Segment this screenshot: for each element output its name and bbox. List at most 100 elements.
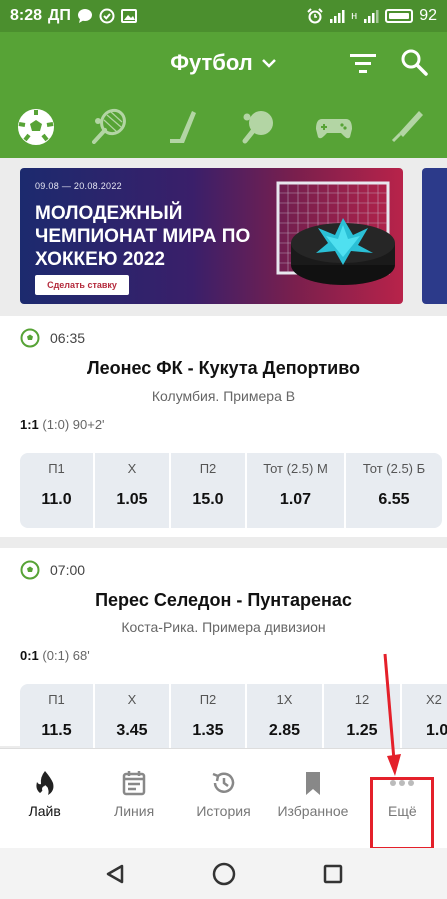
annotation-arrow bbox=[383, 653, 401, 776]
match-time: 07:00 bbox=[50, 562, 86, 578]
nav-label: История bbox=[196, 803, 251, 819]
sport-tabs bbox=[0, 102, 447, 152]
nav-item-line[interactable]: Линия bbox=[89, 749, 178, 848]
odd-label: Тот (2.5) М bbox=[263, 461, 328, 476]
nav-label: Линия bbox=[114, 803, 155, 819]
match-teams: Перес Селедон - Пунтаренас bbox=[95, 590, 352, 610]
odd-cell[interactable]: П2 15.0 bbox=[171, 453, 247, 528]
cricket-bat-icon bbox=[392, 111, 424, 143]
signal-icon bbox=[330, 10, 345, 23]
soccer-ball-icon bbox=[20, 328, 40, 348]
tennis-racket-icon bbox=[91, 108, 126, 144]
match-score: 1:1 bbox=[20, 417, 39, 432]
soccer-ball-icon bbox=[20, 560, 40, 580]
odd-value: 1.07 bbox=[279, 491, 312, 508]
match-card[interactable]: 06:35 Леонес ФК - Кукута Депортиво Колум… bbox=[0, 316, 447, 537]
odd-value: 1.35 bbox=[192, 722, 224, 739]
odd-value: 3.45 bbox=[116, 722, 148, 739]
battery-level: 92 bbox=[419, 7, 437, 24]
odd-label: Х bbox=[127, 461, 137, 476]
match-score-detail: (0:1) 68' bbox=[42, 648, 90, 663]
status-bar: 8:28 ДП н 92 bbox=[0, 0, 447, 32]
hockey-puck-illustration bbox=[276, 181, 395, 285]
image-icon bbox=[120, 9, 137, 23]
promo-carousel[interactable]: 09.08 — 20.08.2022 МОЛОДЕЖНЫЙ ЧЕМПИОНАТ … bbox=[0, 158, 447, 316]
signal-icon-2 bbox=[364, 10, 379, 23]
odd-value: 6.55 bbox=[378, 491, 410, 508]
match-time: 06:35 bbox=[50, 330, 86, 346]
bookmark-icon bbox=[305, 772, 320, 795]
odd-value: 11.0 bbox=[41, 491, 72, 508]
sport-tab-soccer[interactable] bbox=[0, 103, 71, 151]
gamepad-icon bbox=[316, 119, 353, 139]
back-button[interactable] bbox=[100, 859, 130, 889]
odds-row: П1 11.0 Х 1.05 П2 15.0 Тот (2.5) М 1.07 Тот … bbox=[20, 453, 442, 528]
odd-label: П1 bbox=[48, 692, 65, 707]
odd-label: П1 bbox=[48, 461, 65, 476]
odd-value: 1.25 bbox=[346, 722, 378, 739]
status-time: 8:28 bbox=[10, 7, 43, 24]
match-time-row: 06:35 bbox=[20, 328, 85, 348]
search-icon[interactable] bbox=[400, 48, 428, 76]
nav-label: Лайв bbox=[28, 803, 61, 819]
history-icon bbox=[212, 772, 234, 793]
home-button[interactable] bbox=[209, 859, 239, 889]
android-nav-bar bbox=[0, 848, 447, 899]
alarm-icon bbox=[307, 8, 323, 24]
odd-cell[interactable]: П1 11.0 bbox=[20, 453, 95, 528]
odd-value: 15.0 bbox=[192, 491, 224, 508]
match-score: 0:1 bbox=[20, 648, 39, 663]
live-flame-icon bbox=[36, 771, 54, 795]
match-time-row: 07:00 bbox=[20, 560, 85, 580]
odd-label: Х bbox=[127, 692, 137, 707]
odd-value: 11.5 bbox=[41, 722, 72, 739]
soccer-ball-icon bbox=[17, 109, 54, 145]
sport-tab-cricket[interactable] bbox=[372, 103, 447, 151]
sport-tab-hockey[interactable] bbox=[147, 103, 222, 151]
match-score-detail: (1:0) 90+2' bbox=[42, 417, 105, 432]
sport-tab-tennis[interactable] bbox=[71, 103, 146, 151]
nav-item-live[interactable]: Лайв bbox=[0, 749, 89, 848]
chevron-down-icon bbox=[261, 59, 276, 68]
odd-label: 1Х bbox=[276, 692, 293, 707]
table-tennis-icon bbox=[242, 111, 274, 144]
app-header: Футбол bbox=[0, 32, 447, 158]
odd-cell[interactable]: Х 1.05 bbox=[95, 453, 171, 528]
odd-label: Х2 bbox=[426, 692, 442, 707]
message-icon bbox=[77, 9, 92, 23]
hockey-stick-icon bbox=[170, 111, 197, 143]
banner-bet-button[interactable]: Сделать ставку bbox=[35, 275, 129, 295]
match-teams: Леонес ФК - Кукута Депортиво bbox=[86, 358, 361, 378]
battery-icon bbox=[385, 9, 414, 23]
check-circle-icon bbox=[99, 8, 115, 24]
odd-value: 1.04 bbox=[426, 722, 447, 739]
recents-button[interactable] bbox=[318, 859, 348, 889]
match-score-row: 1:1 (1:0) 90+2' bbox=[20, 417, 105, 432]
sport-tab-esports[interactable] bbox=[297, 103, 372, 151]
odd-cell[interactable]: Тот (2.5) Б 6.55 bbox=[346, 453, 442, 528]
odd-value: 2.85 bbox=[268, 722, 301, 739]
network-type: н bbox=[351, 10, 358, 22]
back-triangle-icon bbox=[106, 864, 123, 883]
odd-value: 1.05 bbox=[116, 491, 148, 508]
odd-label: П2 bbox=[199, 692, 217, 707]
filter-icon[interactable] bbox=[350, 52, 376, 74]
calendar-icon bbox=[122, 771, 146, 796]
sport-tab-table-tennis[interactable] bbox=[222, 103, 297, 151]
nav-label: Избранное bbox=[277, 803, 349, 819]
match-league: Колумбия. Примера B bbox=[151, 388, 296, 404]
recents-square-icon bbox=[323, 864, 342, 883]
next-banner-peek[interactable] bbox=[422, 168, 447, 304]
status-carrier: ДП bbox=[48, 7, 71, 24]
match-score-row: 0:1 (0:1) 68' bbox=[20, 648, 90, 663]
nav-item-favorites[interactable]: Избранное bbox=[268, 749, 357, 848]
page-title: Футбол bbox=[170, 50, 253, 75]
odd-cell[interactable]: Тот (2.5) М 1.07 bbox=[247, 453, 346, 528]
odd-label: П2 bbox=[199, 461, 217, 476]
sport-selector[interactable]: Футбол bbox=[0, 50, 447, 76]
promo-banner[interactable]: 09.08 — 20.08.2022 МОЛОДЕЖНЫЙ ЧЕМПИОНАТ … bbox=[20, 168, 403, 304]
match-league: Коста-Рика. Примера дивизион bbox=[121, 619, 326, 635]
odd-label: 12 bbox=[354, 692, 370, 707]
odd-label: Тот (2.5) Б bbox=[362, 461, 426, 476]
nav-item-history[interactable]: История bbox=[179, 749, 268, 848]
